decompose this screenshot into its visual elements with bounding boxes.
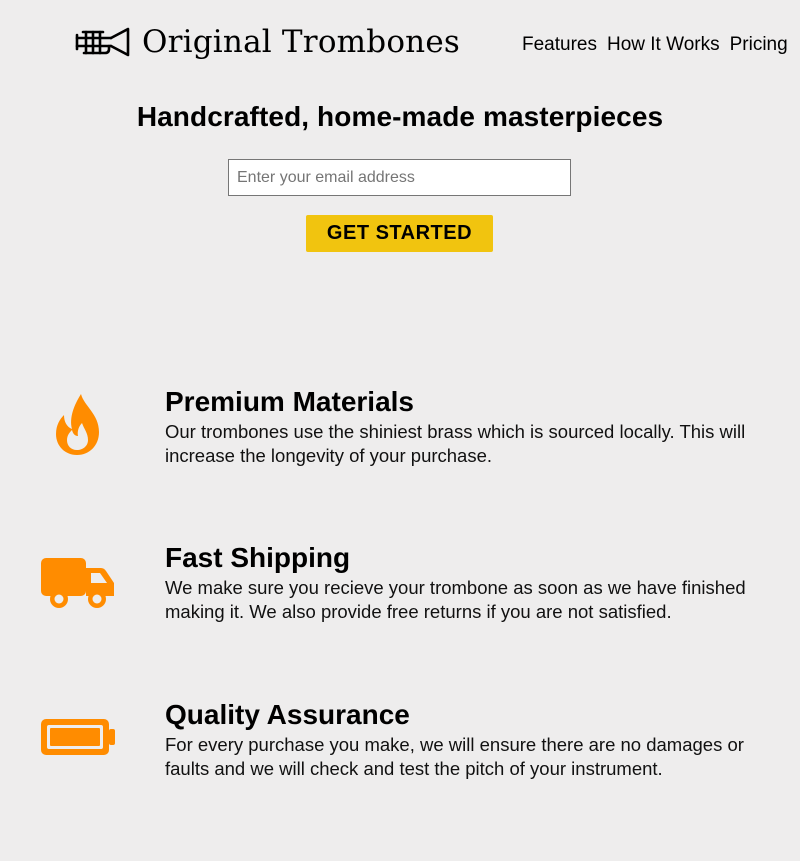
brand-name: Original Trombones bbox=[142, 24, 461, 60]
nav-link-features[interactable]: Features bbox=[522, 33, 597, 57]
truck-icon bbox=[38, 539, 118, 619]
feature-title: Fast Shipping bbox=[165, 542, 351, 573]
brand-logo[interactable]: Original Trombones bbox=[75, 22, 460, 62]
get-started-button[interactable]: GET STARTED bbox=[306, 215, 493, 252]
site-header: Original Trombones Features How It Works… bbox=[0, 0, 800, 90]
feature-description: Our trombones use the shiniest brass whi… bbox=[165, 421, 746, 466]
fire-icon bbox=[38, 385, 118, 465]
trumpet-icon bbox=[75, 23, 131, 61]
feature-description: We make sure you recieve your trombone a… bbox=[165, 577, 746, 622]
feature-title: Quality Assurance bbox=[165, 699, 410, 730]
battery-icon bbox=[38, 697, 118, 777]
hero-title: Handcrafted, home-made masterpieces bbox=[136, 101, 664, 132]
main-nav: Features How It Works Pricing bbox=[522, 33, 798, 57]
nav-link-how-it-works[interactable]: How It Works bbox=[607, 33, 720, 57]
email-input[interactable] bbox=[228, 159, 571, 196]
feature-description: For every purchase you make, we will ens… bbox=[165, 734, 744, 779]
nav-link-pricing[interactable]: Pricing bbox=[730, 33, 788, 57]
feature-title: Premium Materials bbox=[165, 386, 414, 417]
